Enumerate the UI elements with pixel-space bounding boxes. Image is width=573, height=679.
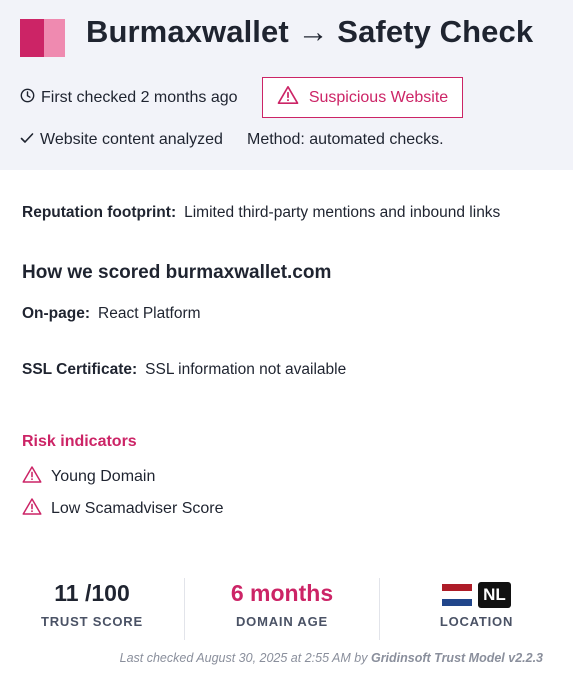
clock-icon — [20, 88, 35, 108]
warning-icon — [277, 85, 299, 110]
netherlands-flag-icon — [442, 583, 473, 606]
risk-item-label: Young Domain — [51, 468, 156, 485]
page-title: Burmaxwallet → Safety Check — [86, 14, 534, 49]
location-label: LOCATION — [439, 614, 514, 629]
header: Burmaxwallet → Safety Check First checke… — [0, 0, 573, 170]
method-text: Method: automated checks. — [247, 131, 444, 148]
risk-item: Young Domain — [22, 465, 155, 489]
warning-icon — [22, 465, 42, 489]
onpage-value: React Platform — [98, 305, 201, 322]
footer-prefix: Last checked August 30, 2025 at 2:55 AM … — [119, 651, 368, 665]
onpage-row: On-page: React Platform — [22, 305, 201, 323]
check-icon — [20, 131, 34, 149]
brand-logo — [20, 19, 65, 57]
reputation-label: Reputation footprint: — [22, 204, 177, 221]
ssl-label: SSL Certificate: — [22, 361, 138, 378]
ssl-value: SSL information not available — [145, 361, 347, 378]
suspicious-website-badge[interactable]: Suspicious Website — [262, 77, 463, 118]
last-checked-footer: Last checked August 30, 2025 at 2:55 AM … — [120, 651, 543, 665]
reputation-row: Reputation footprint: Limited third-party… — [22, 204, 500, 222]
analyzed-text: Website content analyzed — [40, 131, 223, 148]
location-code: NL — [478, 581, 511, 608]
location-stat: NL LOCATION — [380, 578, 573, 640]
first-checked-text: First checked 2 months ago — [41, 89, 238, 106]
scored-heading: How we scored burmaxwallet.com — [22, 262, 332, 283]
risk-item-label: Low Scamadviser Score — [51, 500, 224, 517]
trust-score-value: 11 /100 — [54, 580, 130, 606]
content-analyzed: Website content analyzed — [20, 131, 223, 149]
ssl-row: SSL Certificate: SSL information not avai… — [22, 361, 346, 379]
trust-model-name: Gridinsoft Trust Model v2.2.3 — [370, 651, 543, 665]
domain-age-label: DOMAIN AGE — [235, 614, 329, 629]
onpage-label: On-page: — [22, 305, 91, 322]
warning-icon — [22, 497, 42, 521]
first-checked: First checked 2 months ago — [20, 88, 238, 108]
domain-age-value: 6 months — [230, 580, 334, 606]
stats-bar: 11 /100 TRUST SCORE 6 months DOMAIN AGE … — [0, 578, 573, 640]
trust-score-label: TRUST SCORE — [41, 614, 143, 629]
domain-age-stat: 6 months DOMAIN AGE — [185, 578, 379, 640]
reputation-value: Limited third-party mentions and inbound… — [184, 204, 501, 221]
risk-item: Low Scamadviser Score — [22, 497, 224, 521]
risk-indicators-title: Risk indicators — [22, 433, 137, 450]
location-value: NL — [380, 578, 573, 608]
trust-score-stat: 11 /100 TRUST SCORE — [0, 578, 184, 640]
badge-label: Suspicious Website — [308, 88, 449, 106]
